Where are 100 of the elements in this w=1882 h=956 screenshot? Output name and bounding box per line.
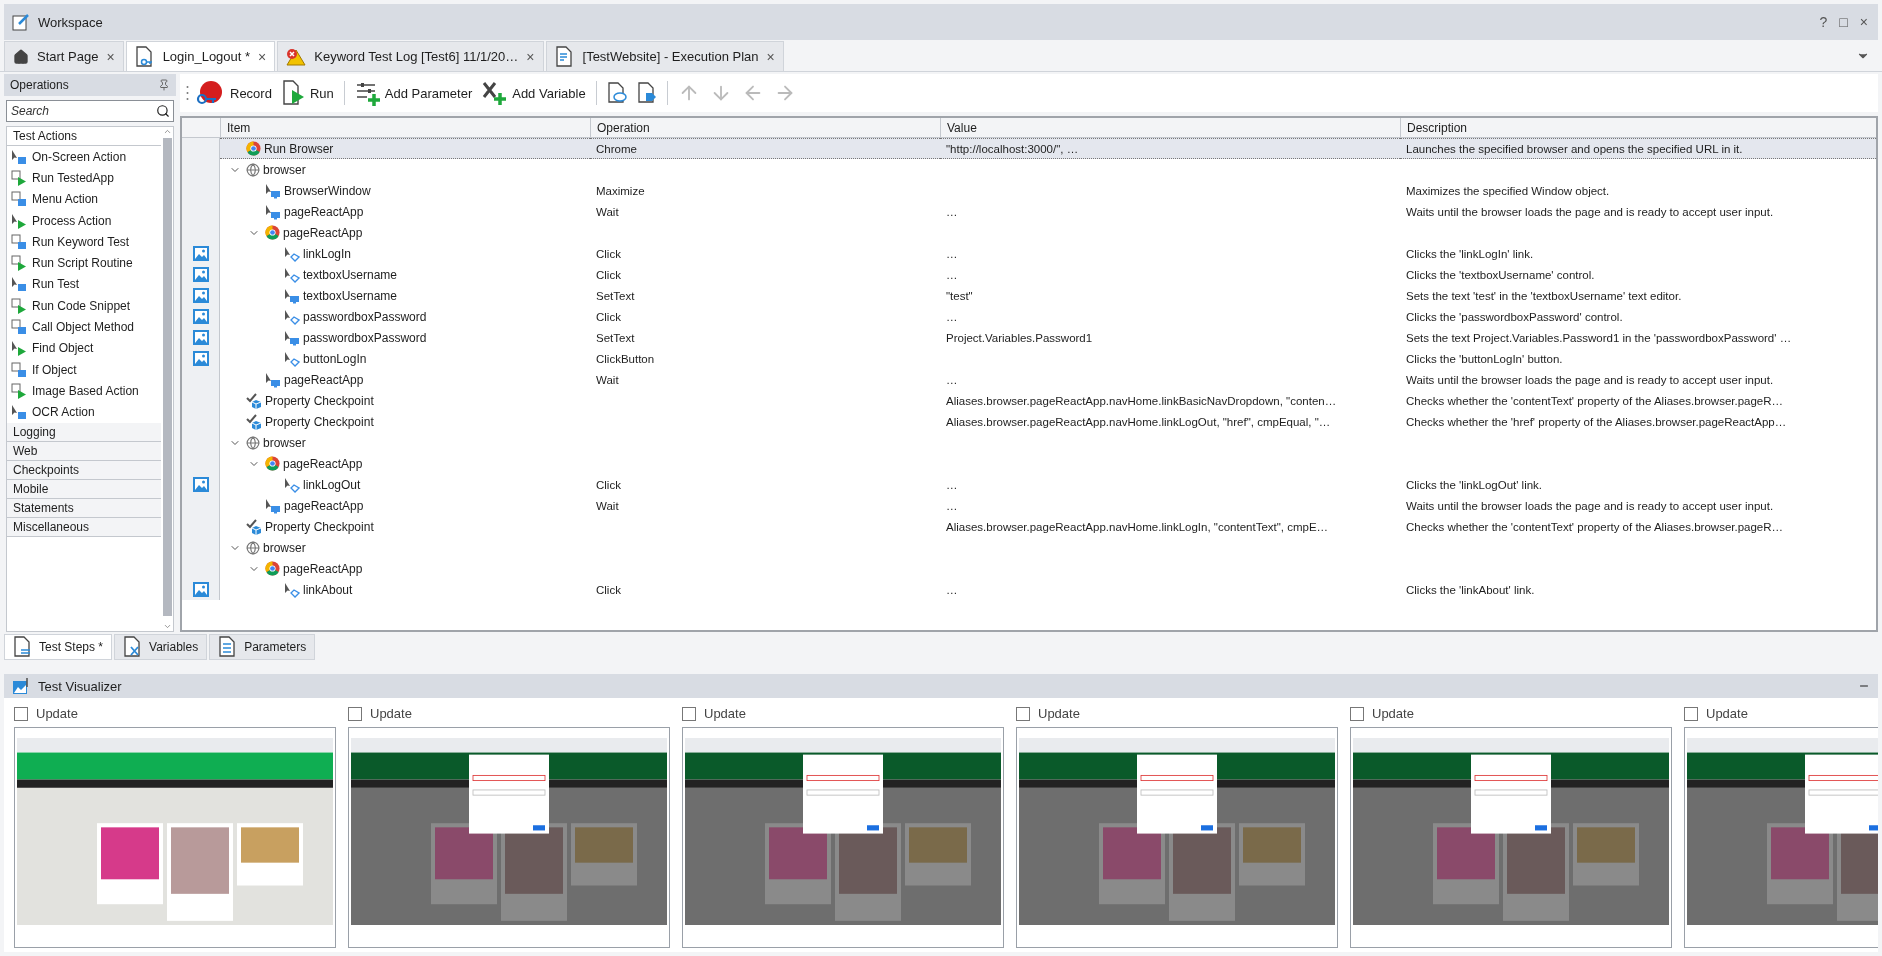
- row-header-cell[interactable]: [182, 138, 220, 159]
- screenshot-frame[interactable]: [1350, 727, 1672, 948]
- toolbar-button[interactable]: Add Variable: [479, 78, 589, 108]
- document-tab[interactable]: Start Page ×: [4, 41, 124, 71]
- action-icon: [11, 382, 27, 399]
- row-header-cell[interactable]: [182, 579, 220, 600]
- value-text: …: [946, 205, 958, 218]
- item-name[interactable]: pageReactApp: [283, 561, 363, 576]
- update-checkbox[interactable]: Update: [1350, 706, 1672, 721]
- scroll-down-icon[interactable]: [162, 622, 172, 631]
- scroll-up-icon[interactable]: [162, 127, 172, 136]
- item-name[interactable]: textboxUsername: [303, 267, 398, 282]
- document-tab[interactable]: Keyword Test Log [Test6] 11/1/20… ×: [277, 41, 544, 71]
- close-button[interactable]: ×: [106, 48, 115, 65]
- column-header[interactable]: Value: [940, 118, 1400, 137]
- operation-item[interactable]: On-Screen Action: [7, 146, 161, 168]
- window-control[interactable]: □: [1837, 14, 1850, 30]
- operation-text: Click: [596, 310, 621, 323]
- update-checkbox[interactable]: Update: [348, 706, 670, 721]
- window-title: Workspace: [38, 14, 104, 30]
- window-control[interactable]: ?: [1817, 14, 1830, 30]
- value-text: …: [946, 583, 958, 596]
- item-name[interactable]: buttonLogIn: [303, 351, 367, 366]
- item-name[interactable]: Property Checkpoint: [265, 414, 374, 429]
- item-name[interactable]: browser: [263, 540, 306, 555]
- operation-item[interactable]: Run Test: [7, 273, 161, 296]
- update-checkbox[interactable]: Update: [1016, 706, 1338, 721]
- item-name[interactable]: pageReactApp: [284, 372, 364, 387]
- operation-item[interactable]: Process Action: [7, 209, 161, 232]
- checkbox[interactable]: [14, 706, 28, 721]
- operation-item[interactable]: Run TestedApp: [7, 167, 161, 189]
- item-name[interactable]: Run Browser: [264, 141, 334, 156]
- close-button[interactable]: ×: [526, 48, 535, 65]
- document-tab[interactable]: Login_Logout * ×: [125, 41, 276, 71]
- panel-tab[interactable]: Test Steps *: [4, 634, 113, 660]
- operation-item[interactable]: If Object: [7, 358, 161, 381]
- operation-item[interactable]: Image Based Action: [7, 380, 161, 402]
- screenshot-frame[interactable]: [14, 727, 336, 948]
- item-name[interactable]: pageReactApp: [284, 204, 364, 219]
- toolbar-button[interactable]: Run: [278, 78, 337, 108]
- image-icon[interactable]: [192, 309, 209, 324]
- operation-item[interactable]: Menu Action: [7, 188, 161, 210]
- item-name[interactable]: passwordboxPassword: [303, 330, 427, 345]
- image-icon[interactable]: [192, 330, 209, 345]
- toolbar-button[interactable]: Record: [193, 78, 275, 108]
- item-name[interactable]: BrowserWindow: [284, 183, 371, 198]
- item-name[interactable]: Property Checkpoint: [265, 519, 374, 534]
- globe-icon: [246, 540, 260, 555]
- column-header[interactable]: Description: [1400, 118, 1876, 137]
- item-name[interactable]: linkLogOut: [303, 477, 361, 492]
- operation-item[interactable]: Run Keyword Test: [7, 231, 161, 253]
- operation-item[interactable]: OCR Action: [7, 401, 161, 423]
- document-tab[interactable]: [TestWebsite] - Execution Plan ×: [545, 41, 784, 71]
- column-header[interactable]: Item: [220, 118, 590, 137]
- image-icon[interactable]: [192, 267, 209, 282]
- checkbox[interactable]: [1350, 706, 1364, 721]
- globe-icon: [246, 162, 260, 177]
- check-cube-icon: [246, 518, 262, 535]
- image-icon[interactable]: [192, 351, 209, 366]
- operation-text: Wait: [596, 205, 619, 218]
- screenshot-frame[interactable]: [1016, 727, 1338, 948]
- item-name[interactable]: pageReactApp: [283, 225, 363, 240]
- category-header[interactable]: Logging: [7, 422, 161, 442]
- checkbox[interactable]: [682, 706, 696, 721]
- item-name[interactable]: passwordboxPassword: [303, 309, 427, 324]
- operation-item[interactable]: Find Object: [7, 337, 161, 359]
- item-name[interactable]: textboxUsername: [303, 288, 398, 303]
- screenshot-frame[interactable]: [682, 727, 1004, 948]
- image-icon[interactable]: [192, 477, 209, 492]
- toolbar-button[interactable]: Add Parameter: [351, 78, 476, 108]
- window-control[interactable]: ×: [1857, 14, 1870, 30]
- image-icon[interactable]: [192, 246, 209, 261]
- item-name[interactable]: linkAbout: [303, 582, 353, 597]
- pin-icon[interactable]: [158, 79, 170, 91]
- value-text: Aliases.browser.pageReactApp.navHome.linkLogIn, "contentText", cmpE…: [946, 520, 1329, 533]
- item-name[interactable]: browser: [263, 435, 306, 450]
- column-header[interactable]: Operation: [590, 118, 940, 137]
- image-icon[interactable]: [192, 582, 209, 597]
- update-checkbox[interactable]: Update: [682, 706, 1004, 721]
- item-name[interactable]: browser: [263, 162, 306, 177]
- item-name[interactable]: pageReactApp: [284, 498, 364, 513]
- operation-item[interactable]: Call Object Method: [7, 316, 161, 338]
- item-name[interactable]: linkLogIn: [303, 246, 352, 261]
- checkbox[interactable]: [1016, 706, 1030, 721]
- panel-tab[interactable]: Variables: [114, 634, 208, 660]
- close-button[interactable]: ×: [766, 48, 775, 65]
- item-name[interactable]: Property Checkpoint: [265, 393, 374, 408]
- screenshot-frame[interactable]: [348, 727, 670, 948]
- image-icon[interactable]: [192, 288, 209, 303]
- operation-item[interactable]: Run Script Routine: [7, 252, 161, 274]
- update-checkbox[interactable]: Update: [14, 706, 336, 721]
- checkbox[interactable]: [348, 706, 362, 721]
- item-name[interactable]: pageReactApp: [283, 456, 363, 471]
- scrollbar[interactable]: [161, 127, 173, 631]
- panel-tab[interactable]: Parameters: [209, 634, 316, 660]
- search-field[interactable]: Search: [6, 100, 174, 122]
- close-button[interactable]: ×: [258, 48, 267, 65]
- checkbox[interactable]: [1684, 706, 1698, 721]
- update-checkbox[interactable]: Update: [1684, 706, 1878, 721]
- operation-item[interactable]: Run Code Snippet: [7, 295, 161, 317]
